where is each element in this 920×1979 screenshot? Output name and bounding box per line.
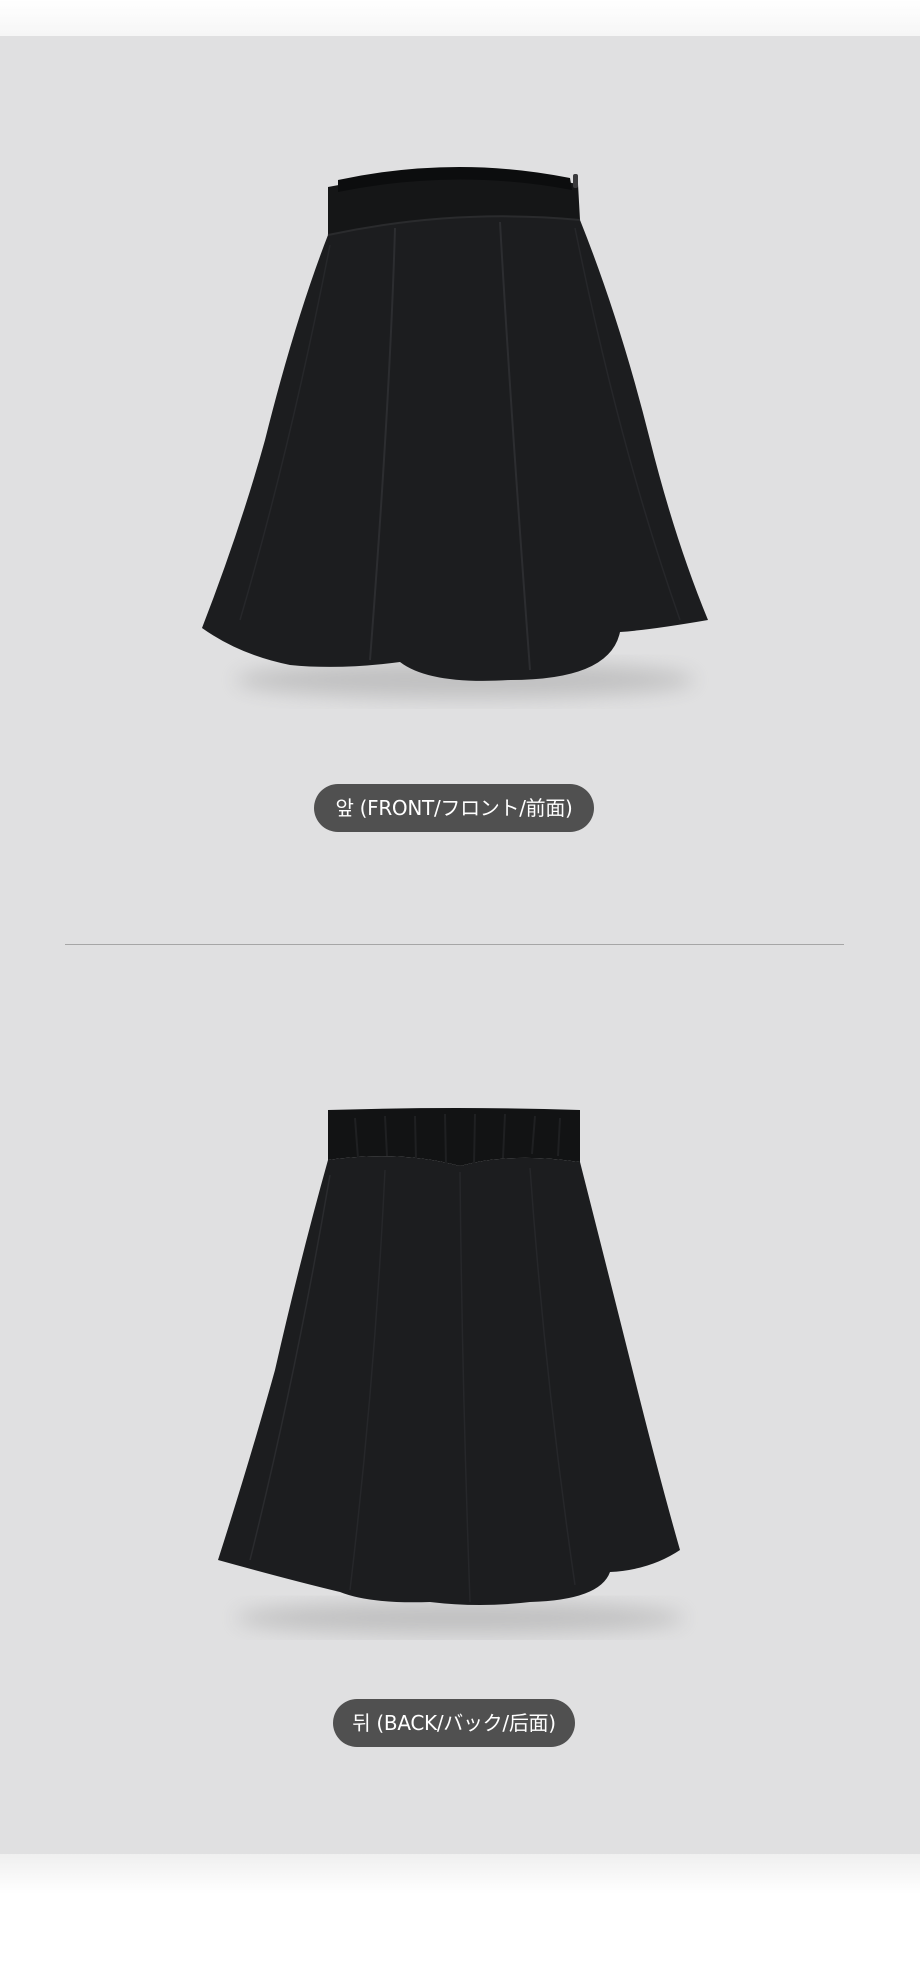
front-view-label: 앞 (FRONT/フロント/前面): [314, 784, 594, 832]
back-view-label: 뒤 (BACK/バック/后面): [333, 1699, 575, 1747]
bottom-shadow: [0, 1854, 920, 1894]
top-strip: [0, 0, 920, 36]
skirt-front-image: [202, 166, 708, 698]
skirt-back-image: [218, 1108, 685, 1634]
section-divider: [65, 944, 844, 945]
product-detail-page: 앞 (FRONT/フロント/前面) 뒤 (BACK/バック/后面): [0, 0, 920, 1979]
